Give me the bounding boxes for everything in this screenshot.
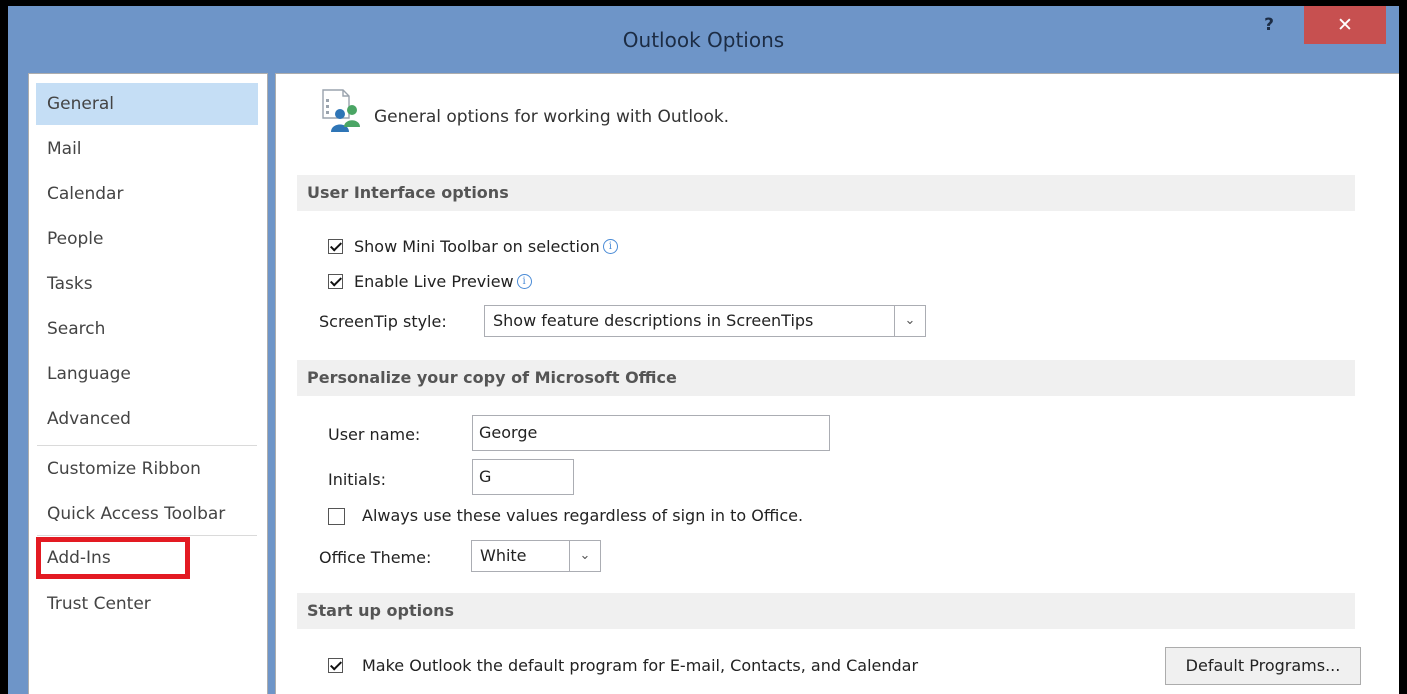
nav-item-search[interactable]: Search [36, 308, 258, 350]
nav-item-quick-access-toolbar[interactable]: Quick Access Toolbar [36, 493, 258, 535]
always-use-values-checkbox[interactable] [328, 508, 345, 525]
window-title: Outlook Options [622, 28, 785, 52]
add-ins-highlight-box [36, 537, 190, 579]
default-program-checkbox[interactable] [328, 658, 343, 673]
page-description: General options for working with Outlook… [374, 107, 730, 127]
general-options-icon [322, 89, 360, 132]
live-preview-checkbox[interactable] [328, 274, 343, 289]
nav-divider [37, 535, 257, 536]
nav-item-advanced[interactable]: Advanced [36, 398, 258, 440]
screentip-style-dropdown[interactable]: Show feature descriptions in ScreenTips … [484, 305, 926, 337]
screentip-style-value: Show feature descriptions in ScreenTips [493, 311, 814, 330]
section-header-startup: Start up options [297, 593, 1355, 629]
info-icon: i [602, 239, 618, 254]
office-theme-dropdown[interactable]: White ⌄ [471, 540, 601, 572]
nav-item-calendar[interactable]: Calendar [36, 173, 258, 215]
title-bar: Outlook Options ? ✕ [8, 6, 1399, 68]
live-preview-label: Enable Live Preview [354, 272, 514, 291]
nav-item-general[interactable]: General [36, 83, 258, 125]
section-header-user-interface: User Interface options [297, 175, 1355, 211]
options-nav: General Mail Calendar People Tasks Searc… [28, 73, 268, 694]
nav-item-language[interactable]: Language [36, 353, 258, 395]
live-preview-row: Enable Live Preview i [354, 272, 532, 291]
default-programs-button[interactable]: Default Programs... [1165, 647, 1361, 685]
mini-toolbar-row: Show Mini Toolbar on selection i [354, 237, 618, 256]
help-button[interactable]: ? [1252, 10, 1286, 40]
initials-input[interactable]: G [472, 459, 574, 495]
mini-toolbar-label: Show Mini Toolbar on selection [354, 237, 600, 256]
screentip-style-label: ScreenTip style: [319, 312, 447, 331]
section-header-personalize: Personalize your copy of Microsoft Offic… [297, 360, 1355, 396]
chevron-down-icon: ⌄ [569, 541, 600, 571]
nav-item-customize-ribbon[interactable]: Customize Ribbon [36, 448, 258, 490]
info-icon: i [516, 274, 532, 289]
nav-item-mail[interactable]: Mail [36, 128, 258, 170]
always-use-values-label: Always use these values regardless of si… [362, 506, 804, 525]
outlook-options-window: Outlook Options ? ✕ General Mail Calenda… [8, 6, 1399, 694]
options-content: General options for working with Outlook… [275, 73, 1399, 694]
nav-item-tasks[interactable]: Tasks [36, 263, 258, 305]
nav-item-trust-center[interactable]: Trust Center [36, 583, 258, 625]
office-theme-value: White [480, 546, 527, 565]
username-label: User name: [328, 425, 421, 444]
mini-toolbar-checkbox[interactable] [328, 239, 343, 254]
office-theme-label: Office Theme: [319, 548, 432, 567]
initials-label: Initials: [328, 470, 386, 489]
close-button[interactable]: ✕ [1304, 6, 1386, 44]
nav-divider [37, 445, 257, 446]
username-input[interactable]: George [472, 415, 830, 451]
default-program-label: Make Outlook the default program for E-m… [362, 656, 919, 675]
chevron-down-icon: ⌄ [894, 306, 925, 336]
nav-item-people[interactable]: People [36, 218, 258, 260]
